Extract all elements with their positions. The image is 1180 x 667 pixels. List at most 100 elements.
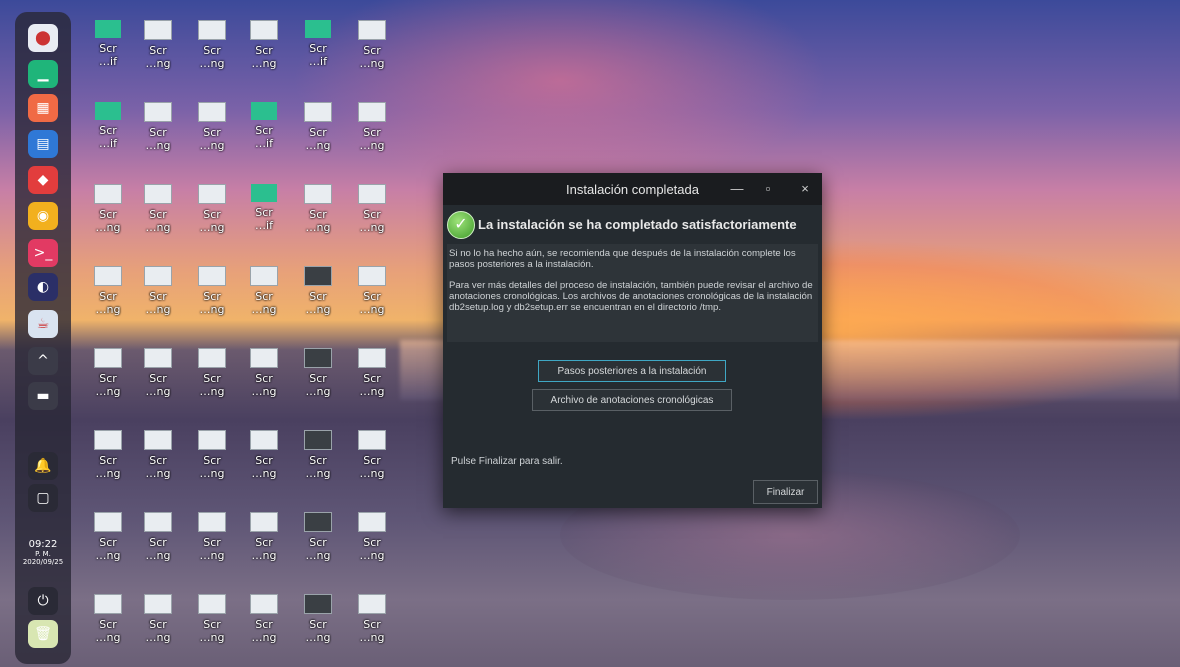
- png-file-thumbnail: [304, 594, 332, 614]
- file-manager-icon: ▤: [36, 136, 50, 152]
- app-store-launcher[interactable]: ▦: [28, 94, 58, 122]
- desktop-file-icon[interactable]: Scr …ng: [352, 594, 392, 660]
- 3d-cube-launcher[interactable]: ◆: [28, 166, 58, 194]
- desktop-file-icon[interactable]: Scr …ng: [298, 594, 338, 660]
- desktop-file-label: Scr …ng: [251, 372, 277, 398]
- desktop-file-icon[interactable]: Scr …ng: [138, 266, 178, 332]
- desktop-file-icon[interactable]: Scr …ng: [244, 20, 284, 86]
- bell-launcher[interactable]: 🔔: [28, 452, 58, 480]
- eclipse-launcher[interactable]: ◐: [28, 273, 58, 301]
- chevron-up-icon: ^: [37, 353, 49, 369]
- desktop-file-icon[interactable]: Scr …ng: [352, 512, 392, 578]
- trash-button[interactable]: 🗑: [28, 620, 58, 648]
- desktop-file-label: Scr …ng: [251, 618, 277, 644]
- desktop-file-icon[interactable]: Scr …ng: [88, 348, 128, 414]
- desktop-file-label: Scr …ng: [145, 618, 171, 644]
- desktop-file-icon[interactable]: Scr …ng: [88, 184, 128, 250]
- desktop-file-icon[interactable]: Scr …ng: [138, 20, 178, 86]
- desktop-file-icon[interactable]: Scr …ng: [192, 348, 232, 414]
- desktop-file-icon[interactable]: Scr …ng: [352, 20, 392, 86]
- desktop-file-icon[interactable]: Scr …if: [88, 102, 128, 168]
- desktop-file-icon[interactable]: Scr …ng: [138, 430, 178, 496]
- close-button[interactable]: ×: [794, 179, 816, 199]
- desktop-file-label: Scr …ng: [95, 290, 121, 316]
- desktop-file-label: Scr …ng: [145, 454, 171, 480]
- desktop-file-icon[interactable]: Scr …if: [244, 102, 284, 168]
- minimize-dock-launcher[interactable]: ▬: [28, 382, 58, 410]
- png-file-thumbnail: [198, 102, 226, 122]
- desktop-file-icon[interactable]: Scr …ng: [88, 430, 128, 496]
- desktop-file-icon[interactable]: Scr …ng: [138, 594, 178, 660]
- window-switcher-icon: ▢: [36, 490, 50, 506]
- desktop-file-icon[interactable]: Scr …ng: [298, 184, 338, 250]
- log-file-button[interactable]: Archivo de anotaciones cronológicas: [532, 389, 732, 411]
- launcher-launcher[interactable]: ⬤: [28, 24, 58, 52]
- desktop-file-icon[interactable]: Scr …ng: [352, 430, 392, 496]
- desktop-file-icon[interactable]: Scr …ng: [298, 102, 338, 168]
- desktop-file-icon[interactable]: Scr …ng: [352, 184, 392, 250]
- post-installation-steps-button[interactable]: Pasos posteriores a la instalación: [538, 360, 726, 382]
- desktop-file-icon[interactable]: Scr …ng: [298, 430, 338, 496]
- desktop-file-label: Scr …ng: [199, 126, 225, 152]
- png-file-thumbnail: [358, 102, 386, 122]
- desktop-file-label: Scr …if: [309, 42, 327, 68]
- desktop-file-icon[interactable]: Scr …ng: [298, 348, 338, 414]
- desktop-file-label: Scr …ng: [305, 536, 331, 562]
- terminal-launcher[interactable]: >_: [28, 239, 58, 267]
- desktop-file-label: Scr …ng: [199, 372, 225, 398]
- desktop-file-icon[interactable]: Scr …ng: [138, 102, 178, 168]
- terminal-app-launcher[interactable]: ▁: [28, 60, 58, 88]
- png-file-thumbnail: [250, 594, 278, 614]
- dialog-titlebar[interactable]: Instalación completada — ▫ ×: [443, 173, 822, 205]
- desktop-file-icon[interactable]: Scr …ng: [352, 348, 392, 414]
- clock[interactable]: 09:22 P. M. 2020/09/25: [15, 539, 71, 566]
- desktop-file-icon[interactable]: Scr …ng: [192, 102, 232, 168]
- window-switcher-launcher[interactable]: ▢: [28, 484, 58, 512]
- desktop-file-icon[interactable]: Scr …ng: [88, 594, 128, 660]
- desktop-file-label: Scr …ng: [359, 208, 385, 234]
- desktop-file-icon[interactable]: Scr …ng: [138, 348, 178, 414]
- png-file-thumbnail: [144, 348, 172, 368]
- png-file-thumbnail: [198, 348, 226, 368]
- desktop-file-icon[interactable]: Scr …ng: [352, 266, 392, 332]
- desktop-file-icon[interactable]: Scr …ng: [244, 430, 284, 496]
- desktop-file-icon[interactable]: Scr …if: [298, 20, 338, 86]
- desktop-file-icon[interactable]: Scr …ng: [192, 20, 232, 86]
- desktop-file-icon[interactable]: Scr …ng: [88, 266, 128, 332]
- clock-time: 09:22: [28, 539, 58, 550]
- finish-button[interactable]: Finalizar: [753, 480, 818, 504]
- file-manager-launcher[interactable]: ▤: [28, 130, 58, 158]
- java-icon: ☕: [36, 316, 50, 332]
- desktop-file-label: Scr …ng: [199, 618, 225, 644]
- png-file-thumbnail: [358, 20, 386, 40]
- desktop-file-label: Scr …ng: [199, 290, 225, 316]
- chevron-up-launcher[interactable]: ^: [28, 347, 58, 375]
- desktop-file-icon[interactable]: Scr …if: [88, 20, 128, 86]
- chrome-launcher[interactable]: ◉: [28, 202, 58, 230]
- desktop-file-icon[interactable]: Scr …ng: [352, 102, 392, 168]
- maximize-button[interactable]: ▫: [757, 179, 779, 199]
- desktop-file-icon[interactable]: Scr …ng: [138, 512, 178, 578]
- desktop-file-icon[interactable]: Scr …ng: [244, 594, 284, 660]
- desktop-file-icon[interactable]: Scr …ng: [244, 512, 284, 578]
- desktop-file-icon[interactable]: Scr …ng: [244, 348, 284, 414]
- desktop-file-icon[interactable]: Scr …ng: [192, 512, 232, 578]
- desktop-file-icon[interactable]: Scr …ng: [192, 266, 232, 332]
- desktop-file-icon[interactable]: Scr …ng: [192, 430, 232, 496]
- png-file-thumbnail: [198, 184, 226, 204]
- desktop-file-icon[interactable]: Scr …ng: [298, 512, 338, 578]
- java-launcher[interactable]: ☕: [28, 310, 58, 338]
- png-file-thumbnail: [304, 102, 332, 122]
- desktop-file-icon[interactable]: Scr …ng: [138, 184, 178, 250]
- desktop-file-icon[interactable]: Scr …ng: [192, 184, 232, 250]
- desktop-file-icon[interactable]: Scr …ng: [192, 594, 232, 660]
- desktop-file-icon[interactable]: Scr …if: [244, 184, 284, 250]
- app-store-icon: ▦: [36, 100, 50, 116]
- desktop-file-icon[interactable]: Scr …ng: [298, 266, 338, 332]
- desktop-file-label: Scr …ng: [359, 618, 385, 644]
- desktop-file-icon[interactable]: Scr …ng: [88, 512, 128, 578]
- minimize-button[interactable]: —: [726, 179, 748, 199]
- desktop-file-label: Scr …ng: [251, 454, 277, 480]
- power-button[interactable]: ⏻: [28, 587, 58, 615]
- desktop-file-icon[interactable]: Scr …ng: [244, 266, 284, 332]
